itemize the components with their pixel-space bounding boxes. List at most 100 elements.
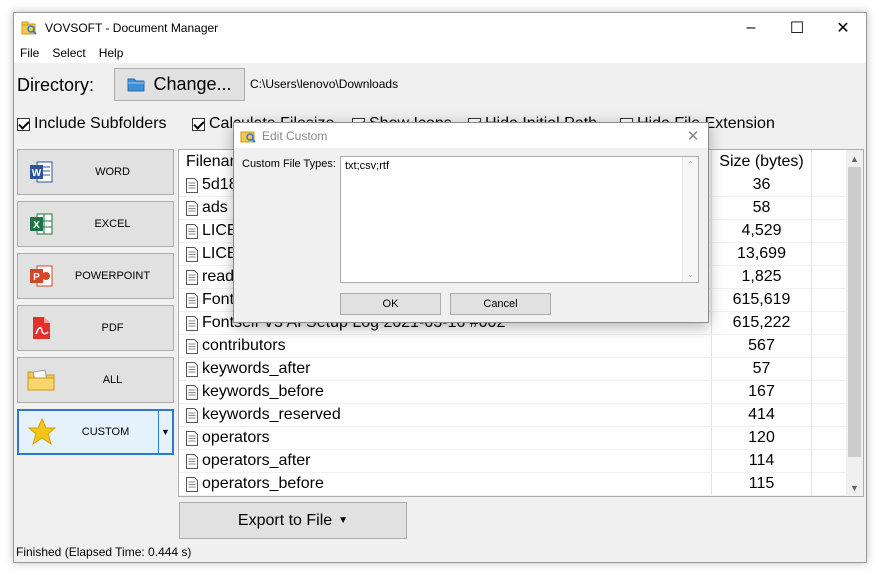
word-label: WORD bbox=[95, 166, 130, 178]
cancel-button[interactable]: Cancel bbox=[450, 293, 551, 315]
file-size-cell: 615,222 bbox=[711, 312, 811, 334]
file-size-cell: 36 bbox=[711, 174, 811, 196]
directory-row: Directory: Change... C:\Users\lenovo\Dow… bbox=[14, 65, 866, 103]
file-name: keywords_after bbox=[202, 360, 311, 377]
custom-file-types-value: txt;csv;rtf bbox=[345, 160, 389, 172]
table-row[interactable]: contributors 567 bbox=[179, 335, 846, 358]
include-subfolders-label: Include Subfolders bbox=[34, 115, 167, 132]
custom-file-types-label: Custom File Types: bbox=[242, 158, 336, 170]
menu-help[interactable]: Help bbox=[99, 46, 124, 60]
column-size[interactable]: Size (bytes) bbox=[711, 150, 811, 174]
edit-custom-dialog: Edit Custom ✕ Custom File Types: txt;csv… bbox=[233, 122, 709, 323]
table-row[interactable]: keywords_after 57 bbox=[179, 358, 846, 381]
table-row[interactable]: operators_after 114 bbox=[179, 450, 846, 473]
app-logo-icon bbox=[21, 21, 37, 35]
file-name-cell: operators_after bbox=[179, 450, 711, 472]
status-bar: Finished (Elapsed Time: 0.444 s) bbox=[14, 541, 866, 562]
file-icon bbox=[186, 292, 198, 308]
title-bar: VOVSOFT - Document Manager – ☐ ✕ bbox=[14, 13, 866, 43]
scroll-up-icon[interactable]: ▲ bbox=[846, 150, 863, 167]
checkbox-checked-icon bbox=[17, 117, 30, 131]
file-name-cell: operators_before bbox=[179, 473, 711, 495]
custom-dropdown-arrow-icon[interactable]: ▼ bbox=[158, 411, 172, 453]
excel-icon: X bbox=[30, 213, 53, 235]
dropdown-arrow-icon: ▼ bbox=[338, 515, 349, 526]
file-name-cell: keywords_after bbox=[179, 358, 711, 380]
ok-button[interactable]: OK bbox=[340, 293, 441, 315]
row-spacer bbox=[811, 473, 846, 495]
scrollbar-thumb[interactable] bbox=[848, 167, 861, 457]
custom-label: CUSTOM bbox=[81, 426, 130, 438]
svg-text:W: W bbox=[32, 168, 42, 179]
row-spacer bbox=[811, 289, 846, 311]
file-icon bbox=[186, 384, 198, 400]
vertical-scrollbar[interactable]: ▲ ▼ bbox=[846, 150, 863, 496]
row-spacer bbox=[811, 174, 846, 196]
row-spacer bbox=[811, 312, 846, 334]
all-filter-button[interactable]: ALL bbox=[17, 357, 174, 403]
file-icon bbox=[186, 430, 198, 446]
file-size-cell: 567 bbox=[711, 335, 811, 357]
file-size-cell: 58 bbox=[711, 197, 811, 219]
powerpoint-icon: P bbox=[30, 265, 53, 287]
table-row[interactable]: operators_before 115 bbox=[179, 473, 846, 496]
file-icon bbox=[186, 361, 198, 377]
file-icon bbox=[186, 453, 198, 469]
dialog-close-icon[interactable]: ✕ bbox=[678, 127, 708, 145]
status-text: Finished (Elapsed Time: 0.444 s) bbox=[16, 544, 192, 559]
star-icon bbox=[27, 417, 57, 446]
custom-file-types-input[interactable]: txt;csv;rtf ⌃ ⌄ bbox=[340, 156, 699, 283]
table-row[interactable]: keywords_before 167 bbox=[179, 381, 846, 404]
word-icon: W bbox=[30, 161, 53, 183]
file-icon bbox=[186, 200, 198, 216]
row-spacer bbox=[811, 450, 846, 472]
custom-filter-button[interactable]: CUSTOM ▼ bbox=[17, 409, 174, 455]
maximize-button[interactable]: ☐ bbox=[774, 13, 820, 43]
file-icon bbox=[186, 407, 198, 423]
all-label: ALL bbox=[102, 374, 123, 386]
export-to-file-button[interactable]: Export to File ▼ bbox=[179, 502, 407, 539]
file-size-cell: 115 bbox=[711, 473, 811, 495]
menu-select[interactable]: Select bbox=[52, 46, 85, 60]
file-name: operators_before bbox=[202, 475, 324, 492]
include-subfolders-checkbox[interactable]: Include Subfolders bbox=[17, 115, 167, 133]
table-row[interactable]: keywords_reserved 414 bbox=[179, 404, 846, 427]
dialog-title-bar: Edit Custom ✕ bbox=[234, 123, 708, 148]
dialog-title: Edit Custom bbox=[262, 128, 328, 143]
file-icon bbox=[186, 315, 198, 331]
pdf-filter-button[interactable]: PDF bbox=[17, 305, 174, 351]
scroll-down-icon[interactable]: ▼ bbox=[846, 479, 863, 496]
file-size-cell: 57 bbox=[711, 358, 811, 380]
export-label: Export to File bbox=[237, 511, 333, 529]
file-name: keywords_reserved bbox=[202, 406, 341, 423]
file-name: operators_after bbox=[202, 452, 311, 469]
pdf-icon bbox=[33, 317, 50, 339]
checkbox-checked-icon bbox=[192, 117, 205, 131]
directory-path: C:\Users\lenovo\Downloads bbox=[250, 77, 399, 91]
row-spacer bbox=[811, 427, 846, 449]
row-spacer bbox=[811, 266, 846, 288]
file-icon bbox=[186, 338, 198, 354]
close-button[interactable]: ✕ bbox=[820, 13, 866, 43]
change-directory-button[interactable]: Change... bbox=[114, 68, 245, 101]
file-size-cell: 615,619 bbox=[711, 289, 811, 311]
svg-text:X: X bbox=[33, 220, 40, 231]
minimize-button[interactable]: – bbox=[728, 13, 774, 43]
file-name-cell: keywords_before bbox=[179, 381, 711, 403]
file-icon bbox=[186, 269, 198, 285]
table-row[interactable]: operators 120 bbox=[179, 427, 846, 450]
file-size-cell: 120 bbox=[711, 427, 811, 449]
menu-bar: File Select Help bbox=[14, 43, 866, 63]
directory-label: Directory: bbox=[17, 75, 95, 95]
file-icon bbox=[186, 246, 198, 262]
file-size-cell: 13,699 bbox=[711, 243, 811, 265]
row-spacer bbox=[811, 381, 846, 403]
textarea-scrollbar[interactable]: ⌃ ⌄ bbox=[682, 157, 698, 282]
file-icon bbox=[186, 177, 198, 193]
menu-file[interactable]: File bbox=[20, 46, 39, 60]
file-size-cell: 114 bbox=[711, 450, 811, 472]
excel-filter-button[interactable]: X EXCEL bbox=[17, 201, 174, 247]
powerpoint-filter-button[interactable]: P POWERPOINT bbox=[17, 253, 174, 299]
file-size-cell: 1,825 bbox=[711, 266, 811, 288]
word-filter-button[interactable]: W WORD bbox=[17, 149, 174, 195]
